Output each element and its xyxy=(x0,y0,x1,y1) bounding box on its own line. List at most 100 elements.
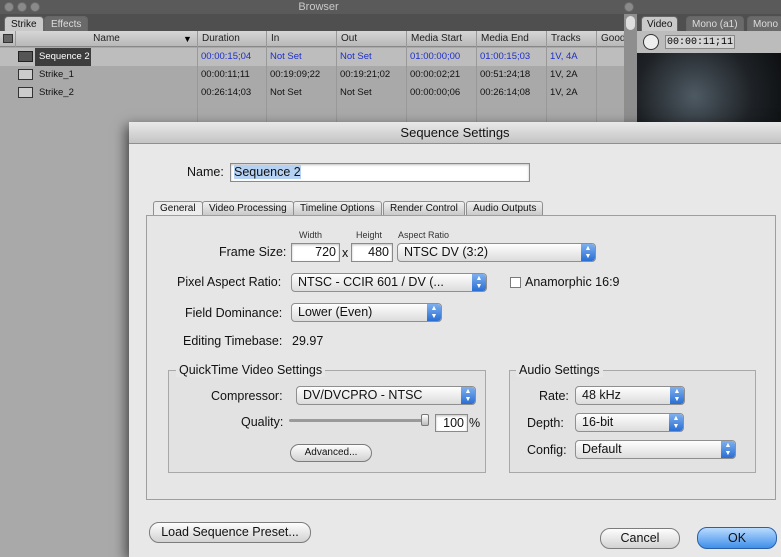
sequence-settings-dialog: Sequence Settings Name: Sequence 2 Gener… xyxy=(129,122,781,557)
width-label: Width xyxy=(299,230,323,240)
frame-size-label: Frame Size: xyxy=(219,245,287,259)
popup-arrows-icon: ▲ ▼ xyxy=(427,304,441,321)
pixel-aspect-ratio-value: NTSC - CCIR 601 / DV (... xyxy=(298,275,444,289)
rate-popup[interactable]: 48 kHz ▲ ▼ xyxy=(575,386,685,405)
row-in: Not Set xyxy=(270,87,302,98)
row-out: Not Set xyxy=(340,51,372,62)
depth-popup[interactable]: 16-bit ▲ ▼ xyxy=(575,413,684,432)
popup-arrows-icon: ▲ ▼ xyxy=(461,387,475,404)
column-media-start[interactable]: Media Start xyxy=(406,31,476,47)
column-duration[interactable]: Duration xyxy=(197,31,266,47)
tab-strike[interactable]: Strike xyxy=(4,16,44,31)
minimize-window-icon[interactable] xyxy=(17,2,27,12)
tab-audio-outputs[interactable]: Audio Outputs xyxy=(466,201,544,216)
popup-arrows-icon: ▲ ▼ xyxy=(721,441,735,458)
tab-effects[interactable]: Effects xyxy=(44,16,89,31)
audio-group-title: Audio Settings xyxy=(516,363,603,377)
column-media-end[interactable]: Media End xyxy=(476,31,546,47)
scrollbar-thumb[interactable] xyxy=(626,16,635,30)
row-out: Not Set xyxy=(340,87,372,98)
tab-video-processing[interactable]: Video Processing xyxy=(202,201,294,216)
row-duration: 00:00:15;04 xyxy=(201,51,252,62)
close-window-icon[interactable] xyxy=(4,2,14,12)
column-in[interactable]: In xyxy=(266,31,336,47)
zoom-dial-icon[interactable] xyxy=(643,34,659,50)
width-field[interactable]: 720 xyxy=(291,243,340,262)
rate-label: Rate: xyxy=(539,389,569,403)
browser-tabbar: Strike Effects xyxy=(0,14,637,31)
ok-button[interactable]: OK xyxy=(697,527,777,549)
tab-timeline-options[interactable]: Timeline Options xyxy=(293,201,382,216)
popup-arrows-icon: ▲ ▼ xyxy=(472,274,486,291)
row-media-start: 00:00:02;21 xyxy=(410,69,461,80)
editing-timebase-value: 29.97 xyxy=(292,334,324,348)
name-label: Name: xyxy=(187,165,224,179)
viewer-controls: 00:00:11;11 xyxy=(637,31,781,53)
column-tracks[interactable]: Tracks xyxy=(546,31,596,47)
quality-slider[interactable] xyxy=(289,414,429,426)
cancel-button[interactable]: Cancel xyxy=(600,528,680,549)
row-in: 00:19:09;22 xyxy=(270,69,321,80)
clapper-icon xyxy=(3,34,13,43)
config-label: Config: xyxy=(527,443,567,457)
column-good[interactable]: Good xyxy=(596,31,626,47)
aspect-ratio-label: Aspect Ratio xyxy=(398,230,450,240)
config-value: Default xyxy=(582,442,622,456)
row-tracks: 1V, 2A xyxy=(550,87,578,98)
viewer-video-frame xyxy=(637,53,781,125)
field-dominance-value: Lower (Even) xyxy=(298,305,373,319)
row-media-start: 01:00:00;00 xyxy=(410,51,461,62)
tab-mono[interactable]: Mono xyxy=(747,16,781,31)
popup-arrows-icon: ▲ ▼ xyxy=(669,414,683,431)
depth-value: 16-bit xyxy=(582,415,614,429)
frame-size-separator: x xyxy=(342,246,349,260)
row-name: Strike_1 xyxy=(39,69,74,80)
anamorphic-checkbox[interactable] xyxy=(510,277,521,288)
field-dominance-popup[interactable]: Lower (Even) ▲ ▼ xyxy=(291,303,442,322)
column-name[interactable]: Name xyxy=(15,31,197,47)
timecode-field[interactable]: 00:00:11;11 xyxy=(665,35,735,49)
table-row[interactable]: Strike_2 00:26:14;03 Not Set Not Set 00:… xyxy=(0,84,637,102)
table-row[interactable]: Sequence 2 00:00:15;04 Not Set Not Set 0… xyxy=(0,48,637,66)
compressor-popup[interactable]: DV/DVCPRO - NTSC ▲ ▼ xyxy=(296,386,476,405)
row-duration: 00:26:14;03 xyxy=(201,87,252,98)
advanced-button[interactable]: Advanced... xyxy=(290,444,372,462)
popup-arrows-icon: ▲ ▼ xyxy=(670,387,684,404)
config-popup[interactable]: Default ▲ ▼ xyxy=(575,440,736,459)
name-field[interactable]: Sequence 2 xyxy=(230,163,530,182)
sequence-icon xyxy=(18,51,33,62)
column-out[interactable]: Out xyxy=(336,31,406,47)
dialog-title: Sequence Settings xyxy=(129,122,781,144)
field-dominance-label: Field Dominance: xyxy=(185,306,283,320)
tab-video[interactable]: Video xyxy=(641,16,679,31)
height-label: Height xyxy=(356,230,383,240)
depth-label: Depth: xyxy=(527,416,564,430)
anamorphic-label: Anamorphic 16:9 xyxy=(525,275,620,289)
popup-arrows-icon: ▲ ▼ xyxy=(581,244,595,261)
browser-scrollbar[interactable] xyxy=(624,14,637,124)
window-resize-icon[interactable] xyxy=(624,2,634,12)
pixel-aspect-ratio-label: Pixel Aspect Ratio: xyxy=(177,275,282,289)
editing-timebase-label: Editing Timebase: xyxy=(183,334,283,348)
pixel-aspect-ratio-popup[interactable]: NTSC - CCIR 601 / DV (... ▲ ▼ xyxy=(291,273,487,292)
row-out: 00:19:21;02 xyxy=(340,69,391,80)
row-name: Strike_2 xyxy=(39,87,74,98)
table-row[interactable]: Strike_1 00:00:11;11 00:19:09;22 00:19:2… xyxy=(0,66,637,84)
quality-field[interactable]: 100 xyxy=(435,414,468,432)
load-sequence-preset-button[interactable]: Load Sequence Preset... xyxy=(149,522,311,543)
quicktime-group-title: QuickTime Video Settings xyxy=(176,363,326,377)
slider-thumb[interactable] xyxy=(421,414,429,426)
tab-render-control[interactable]: Render Control xyxy=(383,201,465,216)
aspect-ratio-popup[interactable]: NTSC DV (3:2) ▲ ▼ xyxy=(397,243,596,262)
zoom-window-icon[interactable] xyxy=(30,2,40,12)
tab-mono-a1[interactable]: Mono (a1) xyxy=(686,16,744,31)
row-media-end: 00:51:24;18 xyxy=(480,69,531,80)
viewer-tabbar: Video Mono (a1) Mono xyxy=(637,14,781,31)
height-field[interactable]: 480 xyxy=(351,243,393,262)
row-media-start: 00:00:00;06 xyxy=(410,87,461,98)
row-in: Not Set xyxy=(270,51,302,62)
browser-title: Browser xyxy=(298,1,339,13)
clip-icon xyxy=(18,87,33,98)
name-value: Sequence 2 xyxy=(234,165,301,179)
tab-general[interactable]: General xyxy=(153,201,203,216)
